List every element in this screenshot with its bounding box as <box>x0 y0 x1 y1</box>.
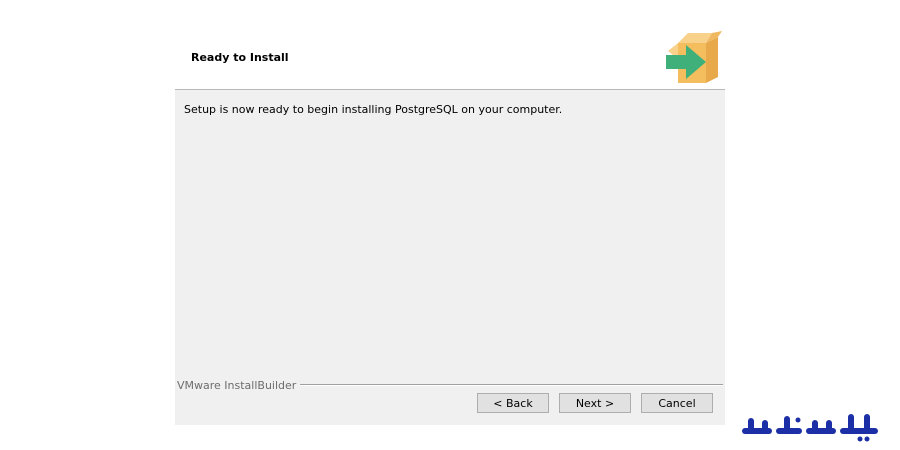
cancel-button[interactable]: Cancel <box>641 393 713 413</box>
builder-label: VMware InstallBuilder <box>177 379 301 392</box>
dialog-header: Ready to Install <box>175 25 725 90</box>
iranserver-logo <box>740 410 883 442</box>
page: Ready to Install Setup is now ready to b… <box>0 0 900 450</box>
page-title: Ready to Install <box>191 51 289 64</box>
ready-message: Setup is now ready to begin installing P… <box>184 103 563 116</box>
installer-dialog: Ready to Install Setup is now ready to b… <box>175 25 725 425</box>
install-box-arrow-icon <box>664 29 724 87</box>
next-button[interactable]: Next > <box>559 393 631 413</box>
back-button[interactable]: < Back <box>477 393 549 413</box>
